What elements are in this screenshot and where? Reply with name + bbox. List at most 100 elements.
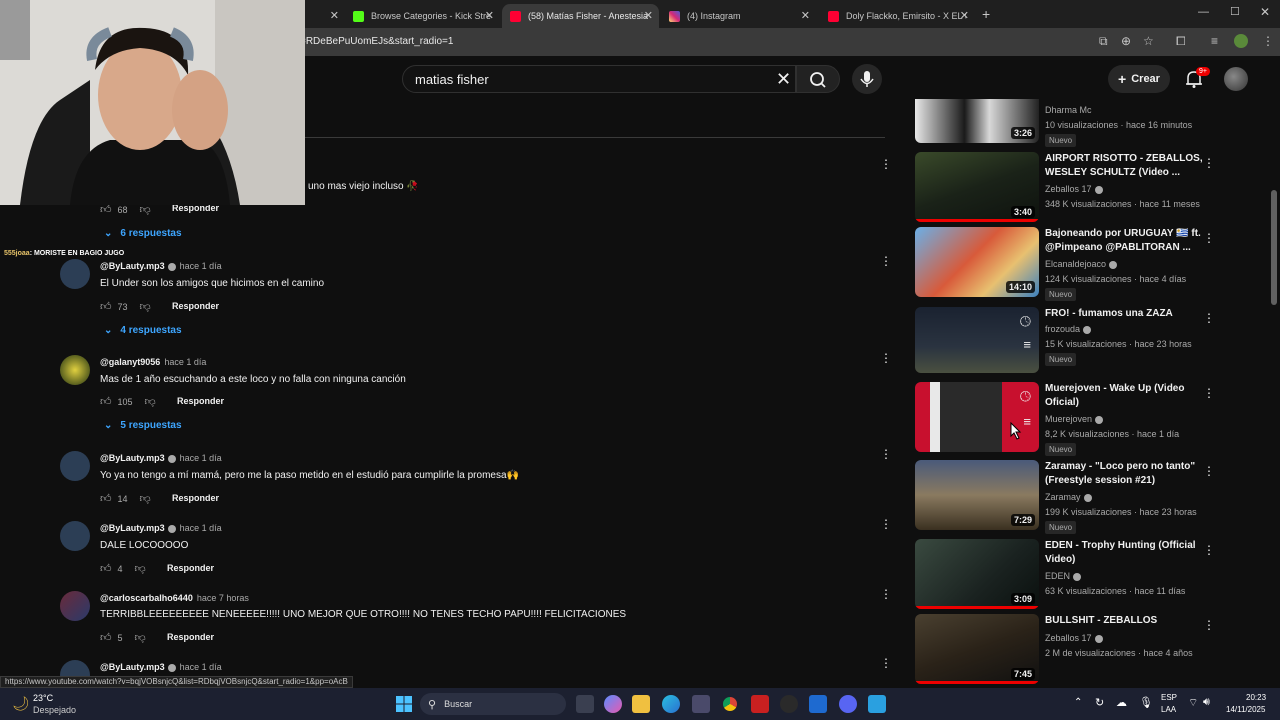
search-button[interactable] — [796, 65, 840, 93]
url-field[interactable]: =RDeBePuUomEJs&start_radio=1 — [300, 32, 1100, 52]
more-options-icon[interactable]: ⋮ — [880, 448, 892, 460]
tab-instagram[interactable]: (4) Instagram ✕ — [661, 4, 816, 28]
cloud-icon[interactable]: ☁ — [1116, 696, 1127, 709]
more-options-icon[interactable]: ⋮ — [880, 518, 892, 530]
video-thumbnail[interactable]: 7:45 — [915, 614, 1039, 684]
mail-icon[interactable] — [809, 695, 827, 713]
reply-button[interactable]: Responder — [172, 301, 219, 311]
menu-icon[interactable]: ⋮ — [1262, 34, 1274, 48]
more-options-icon[interactable]: ⋮ — [1203, 156, 1215, 170]
comment-author[interactable]: @ByLauty.mp3 hace 1 día — [100, 662, 222, 672]
clock-date[interactable]: 14/11/2025 — [1226, 705, 1265, 714]
more-options-icon[interactable]: ⋮ — [880, 657, 892, 669]
new-tab-icon[interactable]: + — [982, 6, 990, 22]
app-icon[interactable] — [780, 695, 798, 713]
more-options-icon[interactable]: ⋮ — [1203, 311, 1215, 325]
dislike-icon[interactable]: 👎︎ — [135, 562, 146, 575]
video-channel[interactable]: EDEN — [1045, 571, 1082, 581]
weather-temp[interactable]: 23°C — [33, 693, 53, 703]
more-options-icon[interactable]: ⋮ — [880, 255, 892, 267]
video-thumbnail[interactable]: 3:40 — [915, 152, 1039, 222]
video-channel[interactable]: Dharma Mc — [1045, 105, 1092, 115]
more-options-icon[interactable]: ⋮ — [1203, 386, 1215, 400]
sync-icon[interactable]: ↻ — [1095, 696, 1104, 709]
tab-close-icon[interactable]: ✕ — [644, 9, 653, 22]
video-card[interactable]: 14:10 Bajoneando por URUGUAY 🇺🇾 ft. @Pim… — [915, 227, 1215, 301]
add-to-queue-icon[interactable]: ≡ — [1023, 337, 1031, 352]
file-explorer-icon[interactable] — [632, 695, 650, 713]
reply-button[interactable]: Responder — [172, 493, 219, 503]
more-options-icon[interactable]: ⋮ — [1203, 543, 1215, 557]
more-options-icon[interactable]: ⋮ — [880, 588, 892, 600]
like-icon[interactable]: 👍︎ — [100, 492, 112, 505]
video-channel[interactable]: Zaramay — [1045, 492, 1092, 502]
microphone-icon[interactable]: 🎙︎ — [1139, 696, 1153, 709]
chrome-icon[interactable] — [721, 695, 739, 713]
video-thumbnail[interactable]: 3:09 — [915, 539, 1039, 609]
comment-author[interactable]: @ByLauty.mp3 hace 1 día — [100, 523, 222, 533]
profile-icon[interactable] — [1234, 34, 1248, 48]
extensions-icon[interactable]: ⧠ — [1176, 34, 1186, 49]
taskbar-search[interactable]: ⚲ Buscar — [420, 693, 566, 715]
windows-start-icon[interactable] — [396, 696, 412, 712]
account-avatar[interactable] — [1224, 67, 1248, 91]
weather-desc[interactable]: Despejado — [33, 705, 76, 715]
more-options-icon[interactable]: ⋮ — [880, 158, 892, 170]
video-channel[interactable]: frozouda — [1045, 324, 1092, 334]
bookmark-star-icon[interactable]: ☆ — [1143, 34, 1154, 48]
video-title[interactable]: EDEN - Trophy Hunting (Official Video) — [1045, 539, 1207, 567]
chevron-up-icon[interactable]: ⌃ — [1074, 697, 1082, 708]
tab-youtube-active[interactable]: (58) Matías Fisher - Anestesia ( ✕ — [502, 4, 659, 28]
tab-kick[interactable]: Browse Categories - Kick Strea ✕ — [345, 4, 500, 28]
comment-author[interactable]: @ByLauty.mp3 hace 1 día — [100, 261, 222, 271]
comment-author[interactable]: @ByLauty.mp3 hace 1 día — [100, 453, 222, 463]
comment-author[interactable]: @carloscarbalho6440 hace 7 horas — [100, 593, 249, 603]
create-button[interactable]: + Crear — [1108, 65, 1170, 93]
more-options-icon[interactable]: ⋮ — [1203, 231, 1215, 245]
tab-youtube-2[interactable]: Doly Flackko, Emirsito - X EL SU ✕ — [820, 4, 975, 28]
more-options-icon[interactable]: ⋮ — [1203, 464, 1215, 478]
volume-icon[interactable]: 🔊︎ — [1203, 696, 1210, 709]
minimize-icon[interactable]: — — [1198, 6, 1209, 18]
video-thumbnail[interactable]: 🕓︎ ≡ — [915, 307, 1039, 373]
video-card[interactable]: 3:09 EDEN - Trophy Hunting (Official Vid… — [915, 539, 1215, 611]
dislike-icon[interactable]: 👎︎ — [140, 300, 151, 313]
page-scrollbar[interactable] — [1271, 190, 1277, 305]
dislike-icon[interactable]: 👎︎ — [135, 631, 146, 644]
maximize-icon[interactable]: ☐ — [1230, 5, 1240, 18]
dislike-icon[interactable]: 👎︎ — [145, 395, 156, 408]
obs-icon[interactable] — [751, 695, 769, 713]
video-card[interactable]: 🕓︎ ≡ Muerejoven - Wake Up (Video Oficial… — [915, 382, 1215, 456]
clock-time[interactable]: 20:23 — [1246, 693, 1266, 702]
tab-close-icon[interactable]: ✕ — [801, 9, 810, 22]
tab-close-icon[interactable]: ✕ — [960, 9, 969, 22]
close-window-icon[interactable]: ✕ — [1260, 5, 1270, 19]
reading-list-icon[interactable]: ≡ — [1211, 34, 1218, 48]
comment-author[interactable]: @galanyt9056 hace 1 día — [100, 357, 206, 367]
video-thumbnail[interactable]: 🕓︎ ≡ — [915, 382, 1039, 452]
add-to-queue-icon[interactable]: ≡ — [1023, 414, 1031, 429]
view-replies-button[interactable]: ⌄ 6 respuestas — [104, 228, 182, 239]
clear-search-icon[interactable]: ✕ — [776, 69, 791, 90]
like-icon[interactable]: 👍︎ — [100, 562, 112, 575]
like-icon[interactable]: 👍︎ — [100, 395, 112, 408]
video-channel[interactable]: Zeballos 17 — [1045, 184, 1103, 194]
video-title[interactable]: Zaramay - "Loco pero no tanto" (Freestyl… — [1045, 460, 1207, 488]
video-title[interactable]: FRO! - fumamos una ZAZA — [1045, 307, 1207, 321]
edge-icon[interactable] — [662, 695, 680, 713]
view-replies-button[interactable]: ⌄ 5 respuestas — [104, 420, 182, 431]
tab-0[interactable]: ✕ — [305, 4, 345, 28]
language-indicator[interactable]: ESP — [1161, 693, 1177, 702]
voice-search-button[interactable] — [852, 64, 882, 94]
video-channel[interactable]: Elcanaldejoaco — [1045, 259, 1118, 269]
avatar[interactable] — [60, 355, 90, 385]
tab-close-icon[interactable]: ✕ — [485, 9, 494, 22]
more-options-icon[interactable]: ⋮ — [1203, 618, 1215, 632]
video-title[interactable]: Muerejoven - Wake Up (Video Oficial) — [1045, 382, 1207, 410]
like-icon[interactable]: 👍︎ — [100, 300, 112, 313]
like-icon[interactable]: 👍︎ — [100, 631, 112, 644]
app-icon-2[interactable] — [868, 695, 886, 713]
install-app-icon[interactable]: ⧉ — [1099, 34, 1108, 49]
video-thumbnail[interactable]: 3:26 — [915, 99, 1039, 143]
view-replies-button[interactable]: ⌄ 4 respuestas — [104, 325, 182, 336]
